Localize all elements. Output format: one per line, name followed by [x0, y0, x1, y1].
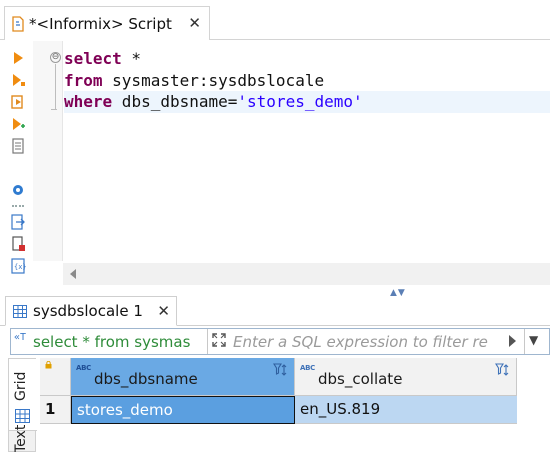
sql-text: sysmaster:sysdbslocale	[102, 70, 325, 90]
filter-sort-icon[interactable]	[273, 363, 287, 377]
sql-keyword: select	[64, 49, 122, 68]
close-tab-icon[interactable]: ✕	[188, 14, 201, 32]
row-header-corner[interactable]	[40, 358, 71, 396]
column-name: dbs_collate	[318, 370, 403, 388]
filter-separator	[524, 329, 525, 354]
close-results-tab-icon[interactable]: ✕	[157, 302, 170, 320]
sql-string: 'stores_demo'	[237, 92, 363, 111]
results-tab-title: sysdbslocale 1	[33, 302, 143, 320]
sql-keyword: from	[64, 70, 103, 90]
editor-tabbar: *<Informix> Script ✕	[0, 0, 550, 40]
expand-query-icon[interactable]	[211, 332, 227, 348]
fold-line	[55, 64, 56, 109]
execute-statement-icon[interactable]	[10, 50, 26, 66]
table-cell[interactable]: stores_demo	[71, 396, 295, 424]
code-line-current: where dbs_dbsname='stores_demo'	[64, 91, 550, 113]
sql-script-icon	[12, 15, 24, 32]
filter-history-dropdown[interactable]: ▼	[529, 333, 538, 347]
save-script-icon[interactable]	[10, 236, 26, 252]
settings-icon[interactable]	[10, 182, 26, 198]
column-header-dbs_collate[interactable]: ABC dbs_collate	[295, 358, 517, 396]
filter-sort-icon[interactable]	[495, 363, 509, 377]
variables-icon[interactable]: {x}	[10, 258, 26, 274]
execute-script-icon[interactable]	[10, 72, 26, 88]
results-tabbar: sysdbslocale 1 ✕	[0, 296, 550, 326]
scroll-left-icon[interactable]	[70, 269, 76, 279]
panel-splitter[interactable]: ▲▼	[0, 288, 550, 298]
load-script-icon[interactable]	[10, 214, 26, 230]
editor-gutter: ⊖	[33, 41, 63, 261]
tab-grid-view[interactable]: Grid	[9, 359, 37, 431]
lock-icon	[45, 361, 52, 369]
column-header-dbs_dbsname[interactable]: ABC dbs_dbsname	[71, 358, 295, 396]
filter-expression-input[interactable]	[233, 330, 509, 353]
row-number[interactable]: 1	[40, 396, 71, 424]
fold-end	[51, 109, 57, 110]
filter-separator	[207, 329, 208, 354]
table-cell[interactable]: en_US.819	[295, 396, 517, 424]
code-line: select *	[64, 48, 550, 70]
tab-title: *<Informix> Script	[29, 14, 172, 33]
grid-view-label: Grid	[13, 371, 29, 401]
tab-script[interactable]: *<Informix> Script ✕	[4, 6, 210, 40]
execute-script-new-tabs-icon[interactable]	[10, 116, 26, 132]
code-line: from sysmaster:sysdbslocale	[64, 70, 550, 92]
sql-text: *	[121, 49, 142, 68]
string-type-icon: ABC	[76, 364, 91, 372]
svg-text:{x}: {x}	[14, 263, 26, 271]
sql-editor[interactable]: ⊖ select * from sysmaster:sysdbslocale w…	[33, 41, 550, 288]
fold-collapse-icon[interactable]: ⊖	[50, 52, 61, 63]
apply-filter-icon[interactable]	[509, 335, 516, 347]
filter-bar: «T select * from sysmas ▼	[10, 328, 550, 355]
sql-text: dbs_dbsname=	[112, 92, 238, 111]
code-area[interactable]: select * from sysmaster:sysdbslocale whe…	[64, 48, 550, 113]
text-view-label[interactable]: Text	[13, 425, 29, 452]
grid-view-icon	[15, 409, 30, 423]
toolbar-separator	[12, 205, 24, 207]
tab-results[interactable]: sysdbslocale 1 ✕	[5, 296, 177, 326]
presentation-switcher: Grid Text	[8, 358, 37, 452]
sql-editor-toolbar: {x}	[0, 41, 33, 291]
sql-keyword: where	[64, 92, 113, 111]
execute-in-new-tab-icon[interactable]	[10, 94, 26, 110]
active-query-text[interactable]: select * from sysmas	[33, 333, 190, 351]
sql-query-icon: «T	[14, 332, 27, 343]
column-name: dbs_dbsname	[94, 370, 198, 388]
string-type-icon: ABC	[300, 364, 315, 372]
explain-plan-icon[interactable]	[10, 138, 26, 154]
table-icon	[13, 304, 27, 318]
editor-horizontal-scrollbar[interactable]	[63, 263, 550, 285]
result-grid[interactable]: ABC dbs_dbsname ABC dbs_collate 1 stores…	[40, 358, 550, 452]
